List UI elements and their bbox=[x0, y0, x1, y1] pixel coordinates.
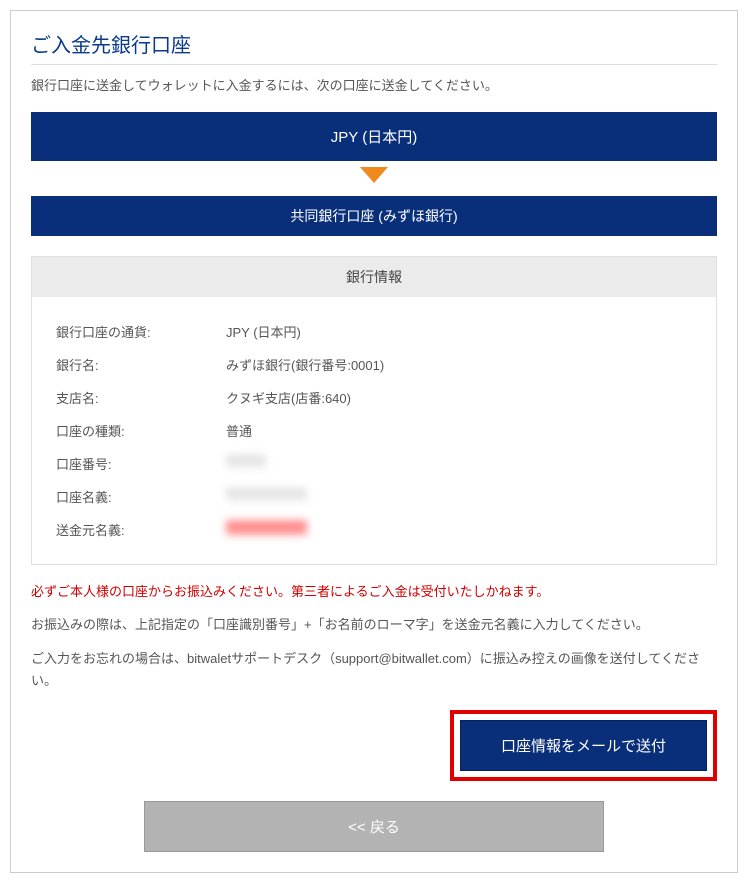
page-title: ご入金先銀行口座 bbox=[31, 29, 717, 65]
arrow-down-icon bbox=[31, 167, 717, 188]
label-account-number: 口座番号: bbox=[56, 454, 226, 473]
value-account-type: 普通 bbox=[226, 421, 692, 440]
label-branch: 支店名: bbox=[56, 388, 226, 407]
note-text-2: ご入力をお忘れの場合は、bitwaletサポートデスク（support@bitw… bbox=[31, 648, 717, 692]
table-row: 口座名義: **************** bbox=[56, 480, 692, 513]
value-account-holder: **************** bbox=[226, 487, 692, 506]
table-row: 支店名: クヌギ支店(店番:640) bbox=[56, 381, 692, 414]
send-by-email-button[interactable]: 口座情報をメールで送付 bbox=[460, 720, 707, 771]
label-sender-name: 送金元名義: bbox=[56, 520, 226, 539]
value-branch: クヌギ支店(店番:640) bbox=[226, 388, 692, 407]
value-sender-name: **************** bbox=[226, 520, 692, 539]
bank-info-header: 銀行情報 bbox=[32, 257, 716, 297]
value-account-number: ******** bbox=[226, 454, 692, 473]
deposit-bank-panel: ご入金先銀行口座 銀行口座に送金してウォレットに入金するには、次の口座に送金して… bbox=[10, 10, 738, 873]
table-row: 口座番号: ******** bbox=[56, 447, 692, 480]
value-bank-name: みずほ銀行(銀行番号:0001) bbox=[226, 355, 692, 374]
subtitle: 銀行口座に送金してウォレットに入金するには、次の口座に送金してください。 bbox=[31, 75, 717, 94]
highlight-frame: 口座情報をメールで送付 bbox=[450, 710, 717, 781]
note-text-1: お振込みの際は、上記指定の「口座識別番号」+「お名前のローマ字」を送金元名義に入… bbox=[31, 614, 717, 636]
bank-info-box: 銀行情報 銀行口座の通貨: JPY (日本円) 銀行名: みずほ銀行(銀行番号:… bbox=[31, 256, 717, 565]
bank-banner: 共同銀行口座 (みずほ銀行) bbox=[31, 196, 717, 236]
table-row: 銀行名: みずほ銀行(銀行番号:0001) bbox=[56, 348, 692, 381]
bank-info-body: 銀行口座の通貨: JPY (日本円) 銀行名: みずほ銀行(銀行番号:0001)… bbox=[32, 297, 716, 564]
table-row: 口座の種類: 普通 bbox=[56, 414, 692, 447]
label-account-type: 口座の種類: bbox=[56, 421, 226, 440]
label-currency: 銀行口座の通貨: bbox=[56, 322, 226, 341]
button-wrap: 口座情報をメールで送付 bbox=[31, 710, 717, 781]
back-button[interactable]: << 戻る bbox=[144, 801, 604, 852]
label-account-holder: 口座名義: bbox=[56, 487, 226, 506]
warning-text: 必ずご本人様の口座からお振込みください。第三者によるご入金は受付いたしかねます。 bbox=[31, 581, 717, 600]
label-bank-name: 銀行名: bbox=[56, 355, 226, 374]
value-currency: JPY (日本円) bbox=[226, 322, 692, 341]
table-row: 送金元名義: **************** bbox=[56, 513, 692, 546]
currency-banner: JPY (日本円) bbox=[31, 112, 717, 161]
table-row: 銀行口座の通貨: JPY (日本円) bbox=[56, 315, 692, 348]
